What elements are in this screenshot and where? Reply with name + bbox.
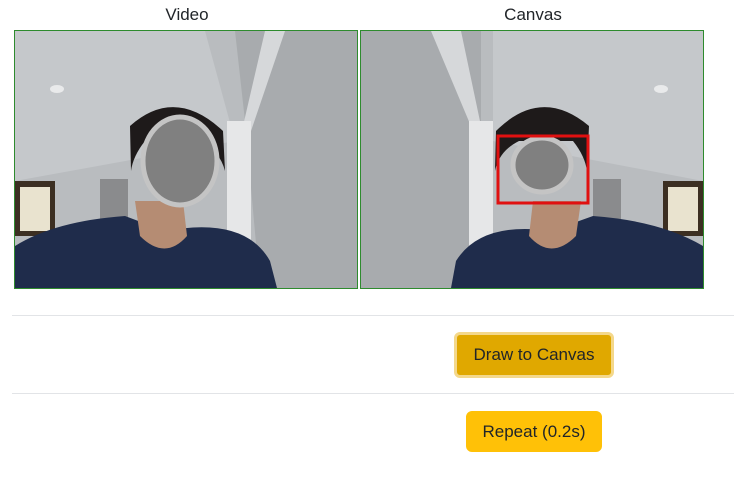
video-feed [14, 30, 358, 289]
divider-bottom [12, 393, 734, 394]
divider-top [12, 315, 734, 316]
repeat-button[interactable]: Repeat (0.2s) [466, 411, 602, 452]
draw-to-canvas-button[interactable]: Draw to Canvas [454, 332, 614, 378]
video-image [15, 31, 357, 288]
canvas-image [361, 31, 703, 288]
canvas-output [360, 30, 704, 289]
canvas-label: Canvas [504, 5, 562, 24]
video-label: Video [165, 5, 209, 24]
